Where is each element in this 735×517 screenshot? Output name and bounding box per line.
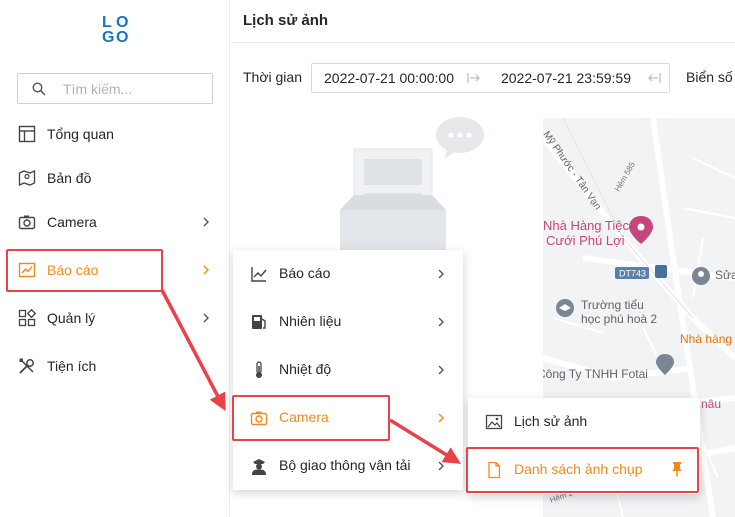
chevron-right-icon — [438, 365, 444, 375]
map-marker-icon[interactable] — [692, 267, 710, 285]
sidebar-item-label: Camera — [47, 214, 97, 230]
page-title: Lịch sử ảnh — [243, 12, 329, 29]
sidebar-item-label: Bản đồ — [47, 170, 92, 186]
search-icon — [32, 82, 46, 96]
map-label: học phú hoà 2 — [581, 312, 657, 326]
sidebar-item-management[interactable]: Quản lý — [0, 298, 229, 338]
map-icon — [18, 169, 36, 187]
date-range-picker[interactable]: 2022-07-21 00:00:00 2022-07-21 23:59:59 — [311, 63, 670, 93]
chart-icon — [18, 262, 36, 278]
submenu-item-label: Nhiên liệu — [279, 313, 342, 329]
bus-stop-icon — [655, 265, 667, 278]
sidebar-item-camera[interactable]: Camera — [0, 202, 229, 242]
logo[interactable]: L O G O — [102, 15, 130, 47]
sidebar: L O G O Tìm kiếm... Tổng quan Bản đồ Cam… — [0, 0, 230, 517]
tools-icon — [19, 358, 34, 374]
chevron-right-icon — [203, 313, 209, 323]
reports-submenu: Báo cáo Nhiên liệu Nhiệt độ Camera Bộ gi… — [233, 250, 463, 490]
submenu-item-photo-list[interactable]: Danh sách ảnh chụp — [468, 446, 700, 494]
submenu-item-temperature[interactable]: Nhiệt độ — [233, 346, 463, 394]
app-window: L O G O Tìm kiếm... Tổng quan Bản đồ Cam… — [0, 0, 735, 517]
sidebar-item-map[interactable]: Bản đồ — [0, 158, 229, 198]
chevron-right-icon — [203, 217, 209, 227]
logo-letter: G — [102, 29, 115, 46]
image-icon — [485, 414, 503, 430]
chevron-right-icon — [438, 269, 444, 279]
sidebar-item-label: Tiện ích — [47, 358, 97, 374]
arrow-left-icon — [648, 73, 661, 83]
submenu-item-camera[interactable]: Camera — [233, 394, 463, 442]
submenu-item-label: Danh sách ảnh chụp — [514, 461, 643, 477]
camera-submenu: Lịch sử ảnh Danh sách ảnh chụp — [468, 398, 700, 494]
submenu-item-label: Bộ giao thông vận tải — [279, 457, 411, 473]
map-label: DT743 — [619, 269, 646, 279]
search-input[interactable]: Tìm kiếm... — [17, 73, 213, 104]
logo-letter: O — [116, 29, 129, 46]
line-chart-icon — [251, 267, 267, 282]
map-label: nâu — [701, 397, 721, 411]
file-icon — [488, 461, 501, 479]
plate-label: Biển số — [686, 69, 733, 85]
map-label: Trường tiểu — [581, 298, 644, 312]
divider — [231, 42, 735, 43]
chevron-right-icon — [438, 413, 444, 423]
camera-icon — [18, 215, 36, 230]
pin-icon[interactable] — [670, 461, 684, 477]
sidebar-item-label: Báo cáo — [47, 262, 99, 278]
date-to-input[interactable]: 2022-07-21 23:59:59 — [501, 70, 631, 86]
submenu-item-label: Camera — [279, 409, 329, 425]
arrow-right-icon — [467, 73, 480, 83]
chevron-right-icon — [438, 317, 444, 327]
submenu-item-label: Lịch sử ảnh — [514, 413, 588, 429]
sidebar-item-label: Tổng quan — [47, 126, 114, 142]
submenu-item-transport-ministry[interactable]: Bộ giao thông vận tải — [233, 442, 463, 490]
thermometer-icon — [256, 361, 262, 378]
sidebar-item-utilities[interactable]: Tiện ích — [0, 346, 229, 386]
date-from-input[interactable]: 2022-07-21 00:00:00 — [324, 70, 454, 86]
submenu-item-label: Nhiệt độ — [279, 361, 332, 377]
chevron-right-icon — [438, 461, 444, 471]
map-label: Nhà hàng — [680, 332, 732, 346]
officer-icon — [252, 459, 266, 475]
submenu-item-fuel[interactable]: Nhiên liệu — [233, 298, 463, 346]
submenu-item-photo-history[interactable]: Lịch sử ảnh — [468, 398, 700, 446]
map-label: Sửa — [715, 268, 735, 282]
map-label: Cưới Phú Lợi — [546, 233, 625, 248]
submenu-item-label: Báo cáo — [279, 265, 331, 281]
sidebar-item-reports[interactable]: Báo cáo — [0, 250, 229, 290]
time-label: Thời gian — [243, 69, 302, 85]
map-label: Nhà Hàng Tiệc — [543, 218, 629, 233]
empty-inbox-icon — [340, 117, 484, 255]
submenu-item-reports[interactable]: Báo cáo — [233, 250, 463, 298]
search-placeholder: Tìm kiếm... — [63, 81, 133, 97]
sidebar-item-label: Quản lý — [47, 310, 96, 326]
chevron-right-icon — [203, 265, 209, 275]
layout-icon — [18, 125, 36, 143]
map-label: Công Ty TNHH Fotai — [543, 367, 648, 381]
fuel-icon — [252, 315, 266, 329]
apps-icon — [18, 309, 36, 327]
sidebar-item-overview[interactable]: Tổng quan — [0, 114, 229, 154]
camera-icon — [250, 411, 268, 426]
map-marker-icon[interactable] — [556, 299, 574, 317]
